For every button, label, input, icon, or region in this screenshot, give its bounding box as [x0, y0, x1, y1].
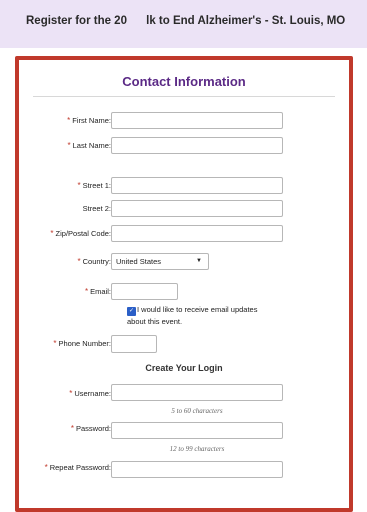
zip-postal-code-label: * Zip/Postal Code: [50, 229, 111, 238]
page-title: Register for the 20 lk to End Alzheimer'… [26, 15, 346, 27]
first-name-label: * First Name: [67, 116, 111, 125]
street-2-label: Street 2: [82, 204, 111, 213]
phone-number-label: * Phone Number: [53, 339, 111, 348]
contact-information-title: Contact Information [122, 74, 246, 89]
repeat-password-label: * Repeat Password: [44, 463, 111, 472]
password-field[interactable] [111, 422, 283, 439]
required-marker: * [69, 389, 73, 398]
zip-postal-code-field[interactable] [111, 225, 283, 242]
required-marker: * [70, 424, 74, 433]
phone-number-field[interactable] [111, 335, 157, 353]
first-name-field[interactable] [111, 112, 283, 129]
last-name-field[interactable] [111, 137, 283, 154]
title-divider [33, 96, 335, 97]
last-name-label: * Last Name: [67, 141, 111, 150]
required-marker: * [67, 116, 71, 125]
username-hint: 5 to 60 characters [171, 407, 223, 415]
country-select-value: United States [116, 257, 162, 266]
required-marker: * [85, 287, 89, 296]
required-marker: * [77, 257, 81, 266]
required-marker: * [53, 339, 57, 348]
page-header: Register for the 20 lk to End Alzheimer'… [0, 0, 367, 48]
email-label: * Email: [85, 287, 111, 296]
required-marker: * [50, 229, 54, 238]
password-hint: 12 to 99 characters [169, 445, 225, 453]
contact-form-panel: Contact Information * First Name: * Last N… [15, 56, 353, 512]
repeat-password-field[interactable] [111, 461, 283, 478]
required-marker: * [77, 181, 81, 190]
country-label: * Country: [77, 257, 111, 266]
email-field[interactable] [111, 283, 178, 300]
password-label: * Password: [70, 424, 111, 433]
required-marker: * [67, 141, 71, 150]
country-select[interactable]: United States ▼ [111, 253, 209, 270]
username-label: * Username: [69, 389, 111, 398]
street-1-label: * Street 1: [77, 181, 111, 190]
required-marker: * [44, 463, 48, 472]
chevron-down-icon: ▼ [196, 258, 202, 264]
street-1-field[interactable] [111, 177, 283, 194]
email-updates-label-continued: about this event. [127, 317, 183, 326]
street-2-field[interactable] [111, 200, 283, 217]
email-updates-label: I would like to receive email updates [137, 305, 258, 314]
email-updates-checkbox[interactable]: ✓ [127, 307, 136, 316]
username-field[interactable] [111, 384, 283, 401]
create-login-title: Create Your Login [145, 363, 223, 373]
